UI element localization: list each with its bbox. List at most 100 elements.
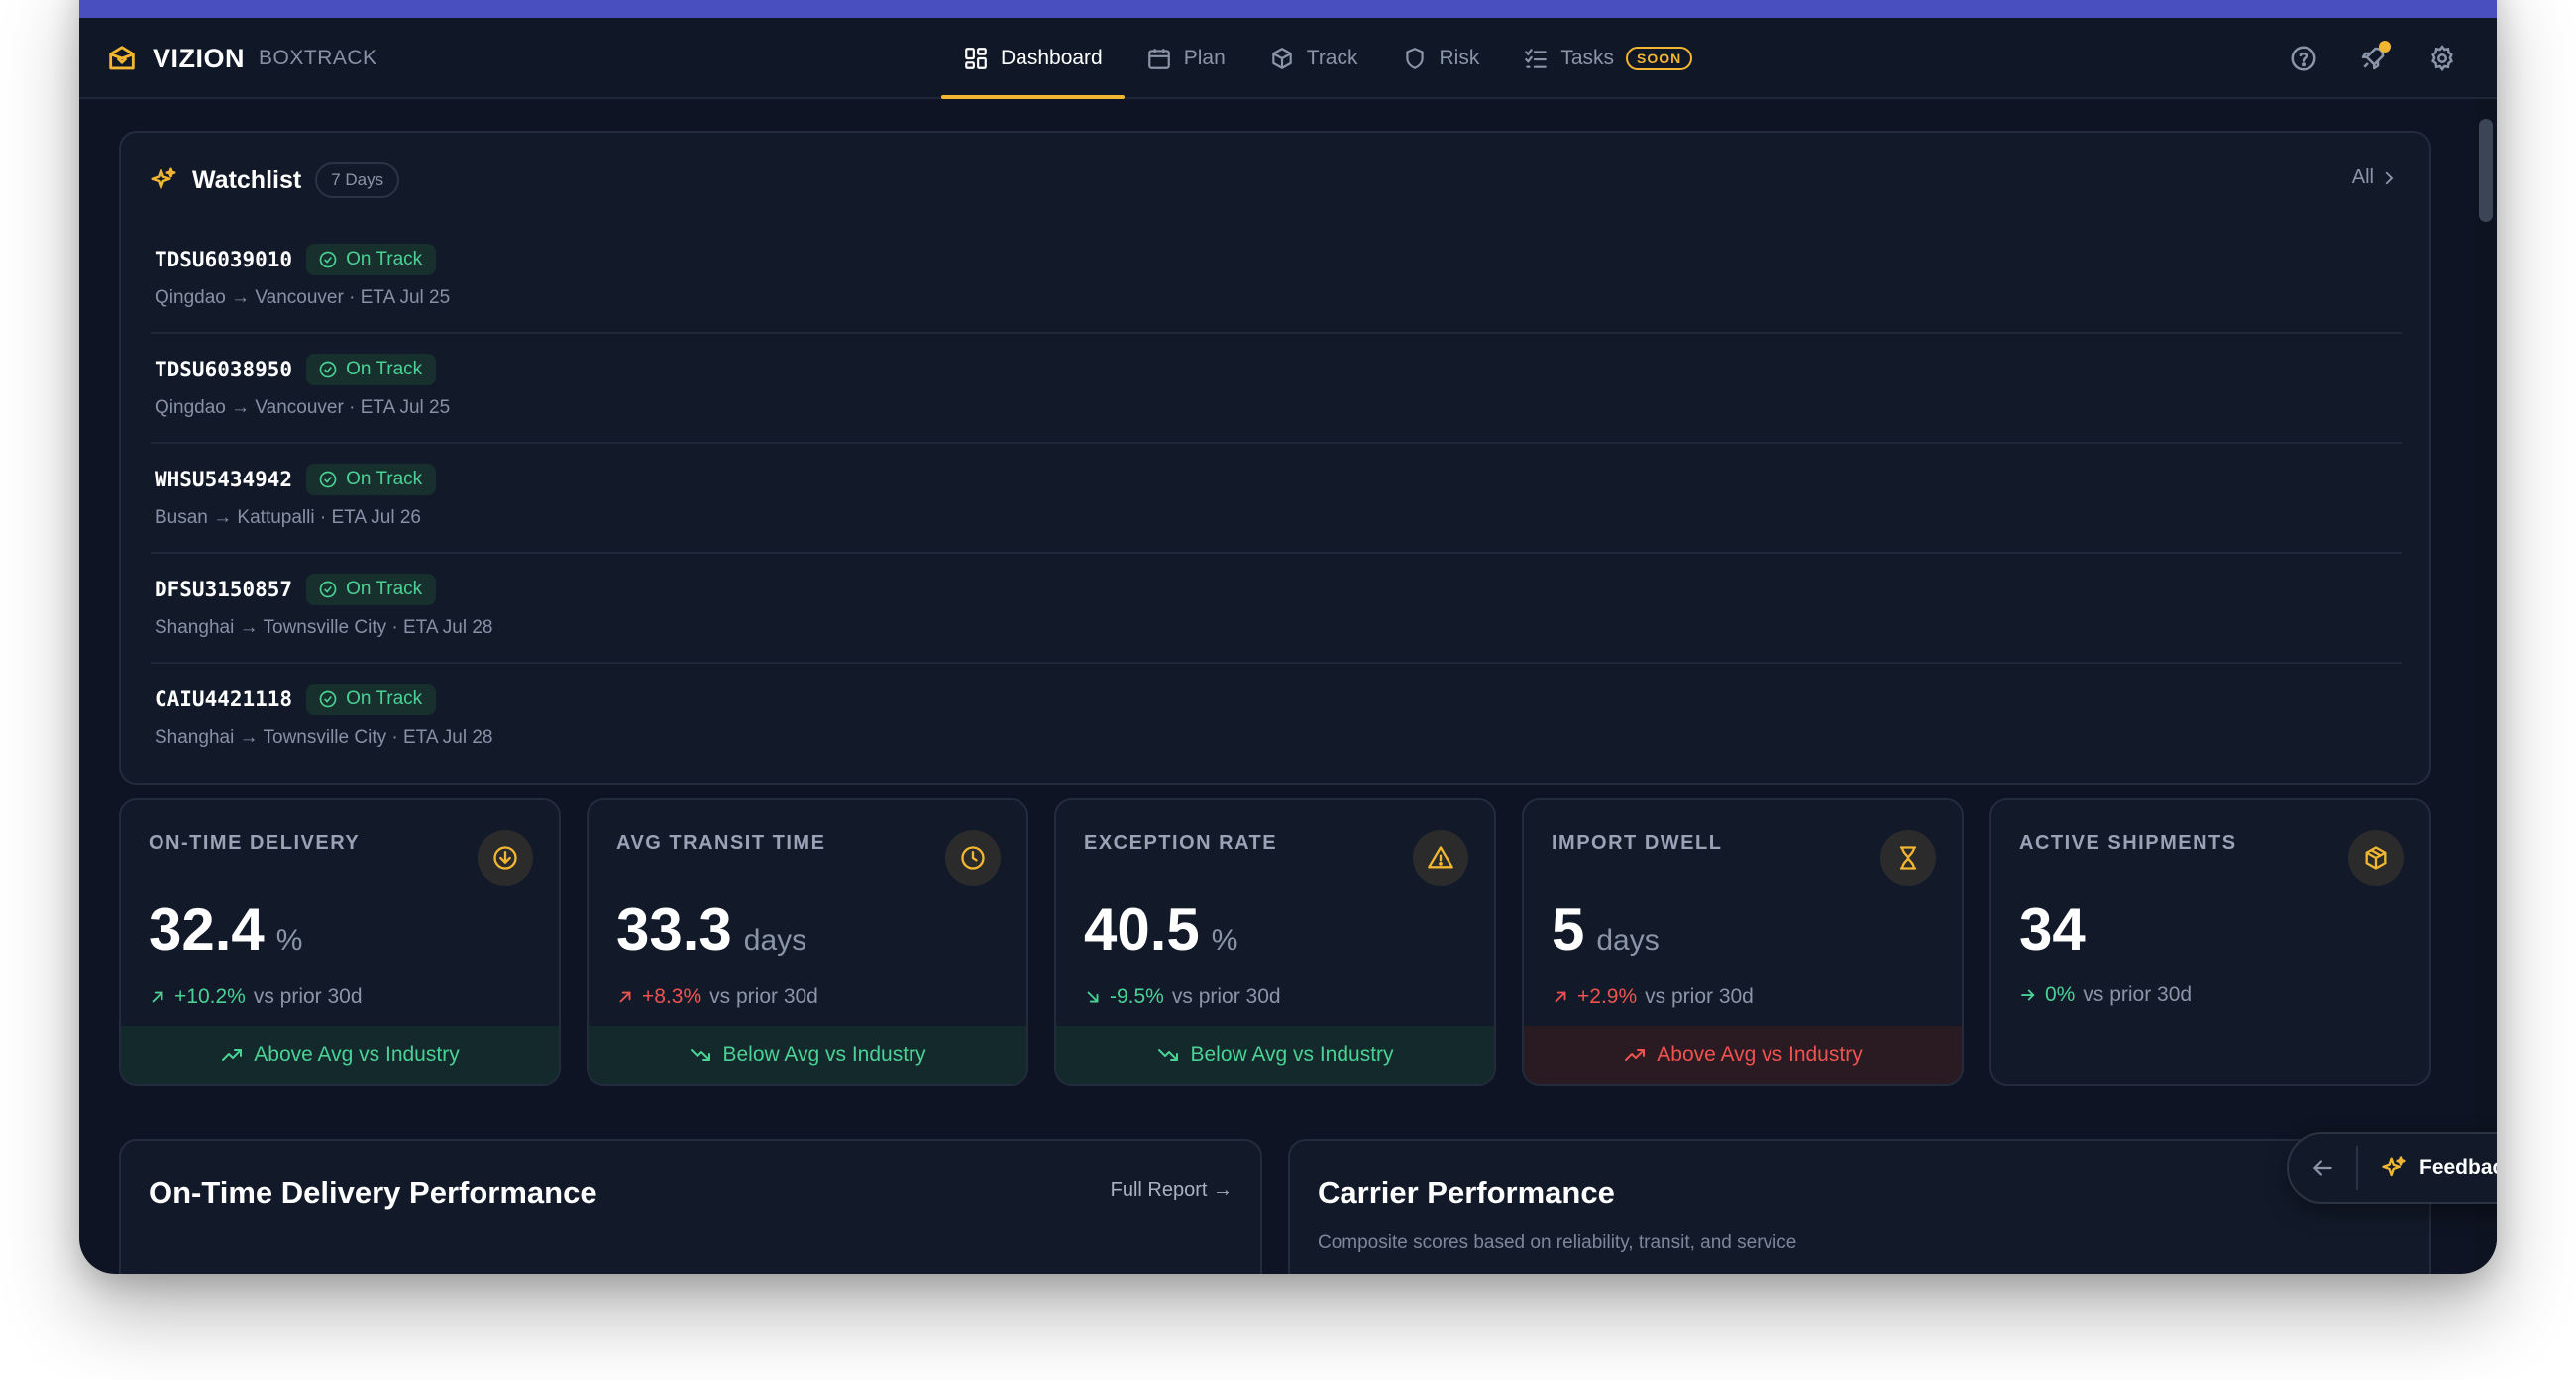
kpi-card-exception-rate[interactable]: EXCEPTION RATE 40.5 % -9.5% vs prior 30d bbox=[1054, 798, 1496, 1086]
watchlist-list: TDSU6039010 On Track Qingdao → Vancouver… bbox=[151, 224, 2402, 774]
watchlist-item[interactable]: TDSU6039010 On Track Qingdao → Vancouver… bbox=[151, 224, 2402, 334]
kpi-card-avg-transit-time[interactable]: AVG TRANSIT TIME 33.3 days +8.3% vs prio… bbox=[587, 798, 1028, 1086]
kpi-number: 40.5 bbox=[1084, 897, 1200, 963]
checklist-icon bbox=[1525, 49, 1548, 68]
tab-label: Track bbox=[1306, 47, 1358, 69]
status-badge: On Track bbox=[306, 354, 437, 385]
arrow-up-right-icon bbox=[619, 991, 631, 1003]
check-circle-icon bbox=[319, 361, 337, 378]
watchlist-card: Watchlist 7 Days All TDSU6039010 On Trac… bbox=[119, 131, 2431, 785]
tab-risk[interactable]: Risk bbox=[1380, 18, 1502, 99]
kpi-benchmark: Below Avg vs Industry bbox=[1056, 1026, 1494, 1084]
kpi-value: 34 bbox=[2019, 896, 2086, 964]
kpi-delta: +2.9% vs prior 30d bbox=[1552, 985, 1754, 1008]
nav-actions bbox=[2289, 18, 2457, 99]
kpi-delta: 0% vs prior 30d bbox=[2019, 983, 2192, 1007]
kpi-icon-badge bbox=[945, 830, 1001, 886]
route-text: Qingdao → Vancouver · ETA Jul 25 bbox=[155, 397, 451, 418]
arrow-up-right-icon bbox=[1555, 991, 1566, 1003]
kpi-benchmark-label: Below Avg vs Industry bbox=[722, 1043, 926, 1066]
top-navbar: VIZION BOXTRACK Dashboard Plan Track Ris… bbox=[79, 18, 2497, 99]
watchlist-all-link[interactable]: All bbox=[2352, 166, 2398, 189]
route-text: Busan → Kattupalli · ETA Jul 26 bbox=[155, 507, 421, 528]
arrow-down-circle-icon bbox=[493, 846, 517, 870]
screen: VIZION BOXTRACK Dashboard Plan Track Ris… bbox=[0, 0, 2576, 1380]
kpi-delta-sub: vs prior 30d bbox=[1171, 985, 1281, 1008]
kpi-label: IMPORT DWELL bbox=[1552, 832, 1723, 854]
trend-down-icon bbox=[1158, 1049, 1179, 1061]
check-circle-icon bbox=[319, 690, 337, 708]
tab-label: Dashboard bbox=[1001, 47, 1103, 69]
kpi-benchmark-label: Above Avg vs Industry bbox=[254, 1043, 460, 1066]
watchlist-header: Watchlist 7 Days bbox=[149, 160, 400, 200]
help-icon bbox=[2291, 46, 2316, 71]
full-report-link[interactable]: Full Report → bbox=[1111, 1179, 1233, 1202]
carrier-performance-panel: Carrier Performance Composite scores bas… bbox=[1288, 1139, 2431, 1274]
notification-dot bbox=[2379, 41, 2391, 53]
kpi-number: 32.4 bbox=[149, 897, 265, 963]
route-text: Qingdao → Vancouver · ETA Jul 25 bbox=[155, 287, 451, 308]
kpi-delta-value: +8.3% bbox=[642, 985, 702, 1008]
arrow-left-icon bbox=[2312, 1160, 2332, 1176]
kpi-icon-badge bbox=[1413, 830, 1468, 886]
scrollbar-track[interactable] bbox=[2475, 99, 2497, 1274]
kpi-delta-value: -9.5% bbox=[1110, 985, 1164, 1008]
watchlist-item[interactable]: WHSU5434942 On Track Busan → Kattupalli … bbox=[151, 444, 2402, 554]
kpi-benchmark-label: Below Avg vs Industry bbox=[1190, 1043, 1394, 1066]
arrow-right-icon bbox=[2021, 989, 2035, 1001]
watchlist-item[interactable]: DFSU3150857 On Track Shanghai → Townsvil… bbox=[151, 554, 2402, 664]
kpi-benchmark: Above Avg vs Industry bbox=[121, 1026, 559, 1084]
kpi-benchmark: Below Avg vs Industry bbox=[589, 1026, 1026, 1084]
kpi-card-import-dwell[interactable]: IMPORT DWELL 5 days +2.9% vs prior 30d A… bbox=[1522, 798, 1964, 1086]
kpi-benchmark: Above Avg vs Industry bbox=[1524, 1026, 1962, 1084]
status-label: On Track bbox=[346, 689, 423, 709]
kpi-icon-badge bbox=[478, 830, 533, 886]
tab-dashboard[interactable]: Dashboard bbox=[941, 18, 1125, 99]
help-button[interactable] bbox=[2289, 44, 2318, 73]
box-icon bbox=[2365, 846, 2387, 870]
tab-tasks[interactable]: Tasks SOON bbox=[1501, 18, 1714, 99]
watchlist-item[interactable]: TDSU6038950 On Track Qingdao → Vancouver… bbox=[151, 334, 2402, 444]
kpi-value: 32.4 % bbox=[149, 896, 302, 964]
kpi-label: AVG TRANSIT TIME bbox=[616, 832, 826, 854]
updates-button[interactable] bbox=[2358, 41, 2391, 73]
kpi-delta-value: +2.9% bbox=[1577, 985, 1638, 1008]
kpi-card-on-time-delivery[interactable]: ON-TIME DELIVERY 32.4 % +10.2% vs prior … bbox=[119, 798, 561, 1086]
status-label: On Track bbox=[346, 249, 423, 269]
kpi-card-active-shipments[interactable]: ACTIVE SHIPMENTS 34 0% vs prior 30d bbox=[1989, 798, 2431, 1086]
watchlist-title: Watchlist bbox=[192, 165, 302, 194]
vizion-logo-icon bbox=[109, 46, 135, 70]
all-label: All bbox=[2351, 166, 2374, 188]
tab-plan[interactable]: Plan bbox=[1125, 18, 1247, 99]
settings-button[interactable] bbox=[2427, 44, 2457, 73]
kpi-delta-sub: vs prior 30d bbox=[709, 985, 818, 1008]
chevron-right-icon bbox=[2385, 171, 2394, 184]
scrollbar-thumb[interactable] bbox=[2479, 119, 2493, 222]
watchlist-range-badge[interactable]: 7 Days bbox=[315, 162, 400, 198]
collapse-feedback-button[interactable] bbox=[2289, 1146, 2358, 1190]
check-circle-icon bbox=[319, 581, 337, 598]
accent-bar bbox=[79, 0, 2497, 18]
kpi-label: ACTIVE SHIPMENTS bbox=[2019, 832, 2237, 854]
kpi-delta-sub: vs prior 30d bbox=[1645, 985, 1754, 1008]
status-badge: On Track bbox=[306, 684, 437, 715]
brand[interactable]: VIZION BOXTRACK bbox=[105, 18, 377, 99]
tab-label: Plan bbox=[1183, 47, 1226, 69]
kpi-number: 33.3 bbox=[616, 897, 732, 963]
warning-icon bbox=[1428, 846, 1453, 869]
container-id: TDSU6038950 bbox=[155, 358, 293, 381]
clock-icon bbox=[961, 846, 985, 870]
watchlist-item[interactable]: CAIU4421118 On Track Shanghai → Townsvil… bbox=[151, 664, 2402, 774]
hourglass-icon bbox=[1899, 846, 1917, 870]
kpi-delta-sub: vs prior 30d bbox=[2083, 983, 2193, 1006]
status-label: On Track bbox=[346, 579, 423, 599]
route-text: Shanghai → Townsville City · ETA Jul 28 bbox=[155, 727, 493, 748]
tab-track[interactable]: Track bbox=[1247, 18, 1380, 99]
panel-title: Carrier Performance bbox=[1318, 1175, 1615, 1210]
kpi-number: 34 bbox=[2019, 897, 2086, 963]
box-icon bbox=[1272, 48, 1292, 69]
main-nav: Dashboard Plan Track Risk Tasks SOON bbox=[941, 18, 1714, 99]
tab-label: Risk bbox=[1439, 47, 1480, 69]
kpi-benchmark-label: Above Avg vs Industry bbox=[1657, 1043, 1863, 1066]
feedback-button[interactable]: Feedback bbox=[2358, 1154, 2497, 1182]
